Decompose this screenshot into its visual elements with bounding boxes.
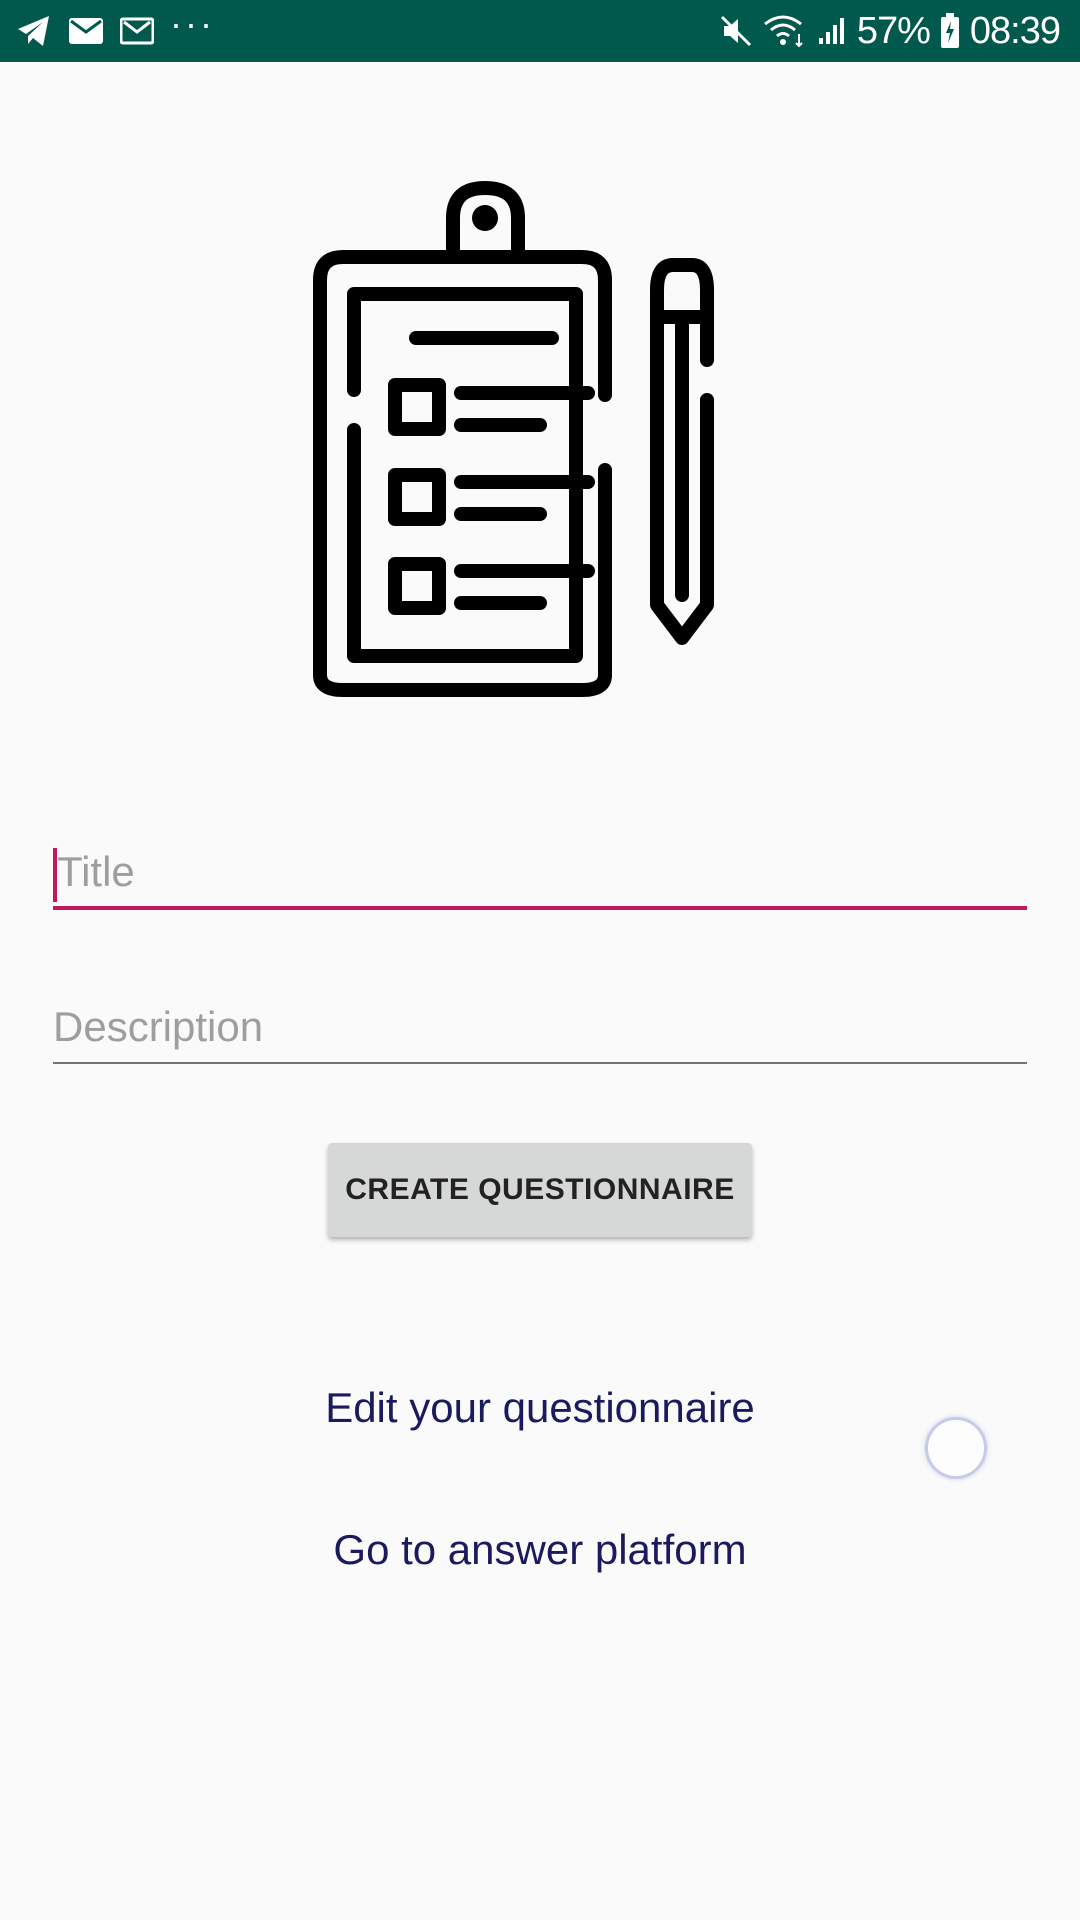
- mute-icon: [719, 14, 753, 48]
- edit-questionnaire-link[interactable]: Edit your questionnaire: [0, 1384, 1080, 1432]
- screen: ··· 57% 08:39 Title Description CREATE Q…: [0, 0, 1080, 1920]
- mail-icon: [68, 16, 104, 46]
- text-cursor: [53, 848, 57, 902]
- wifi-icon: [763, 14, 807, 48]
- description-input[interactable]: [53, 1003, 1027, 1059]
- answer-platform-link[interactable]: Go to answer platform: [0, 1526, 1080, 1574]
- description-field[interactable]: [53, 1003, 1027, 1064]
- battery-icon: [940, 13, 960, 49]
- title-input[interactable]: [53, 848, 1027, 904]
- more-notifications-icon: ···: [170, 3, 215, 44]
- signal-icon: [817, 16, 847, 46]
- title-underline: [53, 906, 1027, 910]
- battery-percent: 57%: [856, 9, 931, 52]
- create-questionnaire-button[interactable]: CREATE QUESTIONNAIRE: [328, 1143, 752, 1237]
- telegram-icon: [16, 14, 52, 48]
- status-bar-right: 57% 08:39: [719, 9, 1061, 52]
- title-field[interactable]: [53, 848, 1027, 910]
- status-time: 08:39: [969, 9, 1061, 52]
- status-bar: ··· 57% 08:39: [0, 0, 1080, 62]
- touch-indicator: [925, 1417, 987, 1479]
- status-bar-left: ···: [16, 6, 215, 50]
- clipboard-checklist-pencil-icon: [310, 180, 780, 700]
- description-underline: [53, 1062, 1027, 1064]
- gmail-icon: [120, 16, 154, 46]
